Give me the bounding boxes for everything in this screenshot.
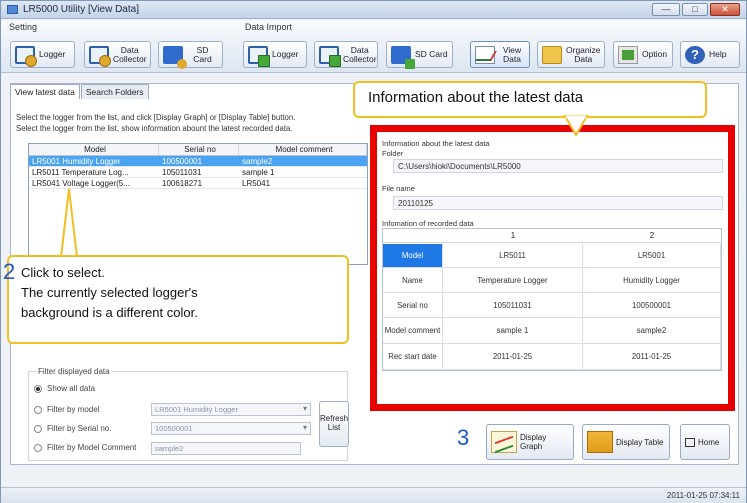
setting-group-label: Setting xyxy=(9,22,38,32)
minimize-button[interactable]: — xyxy=(652,3,680,16)
step-number-3: 3 xyxy=(457,425,470,450)
title-bar: LR5000 Utility [View Data] — □ ✕ xyxy=(1,1,746,19)
option-button[interactable]: Option xyxy=(613,41,673,68)
row-label-name[interactable]: Name xyxy=(383,268,443,293)
instruction-line-1: Select the logger from the list, and cli… xyxy=(16,113,296,122)
tab-view-latest-data[interactable]: View latest data xyxy=(10,84,80,99)
logger-list-header: Model Serial no Model comment xyxy=(29,144,367,156)
logger-import-icon xyxy=(248,45,270,67)
column-2: 2 xyxy=(583,229,721,243)
recorded-info-label: Infomation of recorded data xyxy=(382,219,474,228)
help-icon: ? xyxy=(685,45,705,64)
row-label-start-date[interactable]: Rec start date xyxy=(383,344,443,370)
display-graph-button[interactable]: Display Graph xyxy=(486,424,574,460)
graph-icon xyxy=(491,431,517,453)
sdcard-import-icon xyxy=(391,45,415,69)
view-data-button[interactable]: View Data xyxy=(470,41,530,68)
radio-selected-icon xyxy=(34,384,42,393)
file-name-label: File name xyxy=(382,184,415,193)
setting-data-collector-button[interactable]: Data Collector xyxy=(84,41,151,68)
column-1: 1 xyxy=(443,229,583,243)
folder-label: Folder xyxy=(382,149,404,158)
callout-bottom-line-1: Click to select. xyxy=(21,265,105,280)
collector-import-icon xyxy=(319,45,341,67)
app-window: LR5000 Utility [View Data] — □ ✕ Setting… xyxy=(0,0,747,503)
radio-filter-model[interactable]: Filter by model xyxy=(34,404,99,415)
column-comment[interactable]: Model comment xyxy=(239,144,367,155)
filter-title: Filter displayed data xyxy=(36,367,112,376)
home-button[interactable]: Home xyxy=(680,424,730,460)
callout-bottom-pointer xyxy=(59,188,79,258)
row-label-comment[interactable]: Model comment xyxy=(383,318,443,344)
model-dropdown[interactable]: LR5001 Humidity Logger ▾ xyxy=(151,403,311,416)
step-number-2: 2 xyxy=(3,259,16,284)
table-icon xyxy=(587,431,613,453)
sdcard-setting-icon xyxy=(163,45,187,69)
tab-bar: View latest data Search Folders xyxy=(10,84,150,99)
import-logger-button[interactable]: Logger xyxy=(243,41,307,68)
info-heading: Information about the latest data xyxy=(382,139,490,148)
app-icon xyxy=(7,5,18,14)
setting-logger-button[interactable]: Logger xyxy=(10,41,75,68)
file-name-field[interactable]: 20110125 xyxy=(393,196,723,210)
column-serial[interactable]: Serial no xyxy=(159,144,239,155)
instruction-line-2: Select the logger from the list, show in… xyxy=(16,124,293,133)
radio-icon xyxy=(34,405,42,414)
setting-sd-card-button[interactable]: SD Card xyxy=(158,41,223,69)
status-time: 2011-01-25 07:34:11 xyxy=(666,491,740,500)
table-row[interactable]: LR5001 Humidity Logger 100500001 sample2 xyxy=(29,156,367,167)
row-label-model[interactable]: Model xyxy=(383,244,443,268)
organize-data-icon xyxy=(542,45,562,64)
display-table-button[interactable]: Display Table xyxy=(582,424,670,460)
option-icon xyxy=(618,45,638,64)
refresh-list-button[interactable]: Refresh List xyxy=(319,401,349,447)
radio-filter-serial[interactable]: Filter by Serial no. xyxy=(34,423,111,434)
callout-top-text: Information about the latest data xyxy=(368,89,584,106)
window-title: LR5000 Utility [View Data] xyxy=(23,4,139,15)
chevron-down-icon: ▾ xyxy=(302,404,307,413)
recorded-data-table: 1 2 Model LR5011 LR5001 Name Temperature… xyxy=(382,228,722,371)
collector-setting-icon xyxy=(89,45,111,67)
toolbar: Setting Data Import Logger Data Collecto… xyxy=(1,20,746,73)
radio-icon xyxy=(34,443,42,452)
view-data-icon xyxy=(475,45,495,64)
comment-input[interactable]: sample2 xyxy=(151,442,301,455)
chevron-down-icon: ▾ xyxy=(302,423,307,432)
radio-filter-comment[interactable]: Filter by Model Comment xyxy=(34,442,136,453)
import-data-collector-button[interactable]: Data Collector xyxy=(314,41,378,68)
row-label-serial[interactable]: Serial no xyxy=(383,293,443,318)
organize-data-button[interactable]: Organize Data xyxy=(537,41,605,68)
radio-icon xyxy=(34,424,42,433)
folder-path-field[interactable]: C:\Users\hioki\Documents\LR5000 xyxy=(393,159,723,173)
table-row[interactable]: LR5011 Temperature Log... 105011031 samp… xyxy=(29,167,367,178)
help-button[interactable]: ? Help xyxy=(680,41,740,68)
close-button[interactable]: ✕ xyxy=(710,3,740,16)
status-bar: 2011-01-25 07:34:11 xyxy=(1,487,746,503)
column-model[interactable]: Model xyxy=(29,144,159,155)
serial-dropdown[interactable]: 100500001 ▾ xyxy=(151,422,311,435)
import-group-label: Data Import xyxy=(245,22,293,32)
home-icon xyxy=(685,437,695,447)
tab-search-folders[interactable]: Search Folders xyxy=(80,84,149,99)
callout-bottom-line-3: background is a different color. xyxy=(21,305,198,320)
logger-setting-icon xyxy=(15,45,37,67)
callout-bottom-line-2: The currently selected logger's xyxy=(21,285,198,300)
import-sd-card-button[interactable]: SD Card xyxy=(386,41,453,69)
callout-top-pointer xyxy=(563,115,589,137)
radio-show-all[interactable]: Show all data xyxy=(34,383,95,394)
maximize-button[interactable]: □ xyxy=(682,3,708,16)
